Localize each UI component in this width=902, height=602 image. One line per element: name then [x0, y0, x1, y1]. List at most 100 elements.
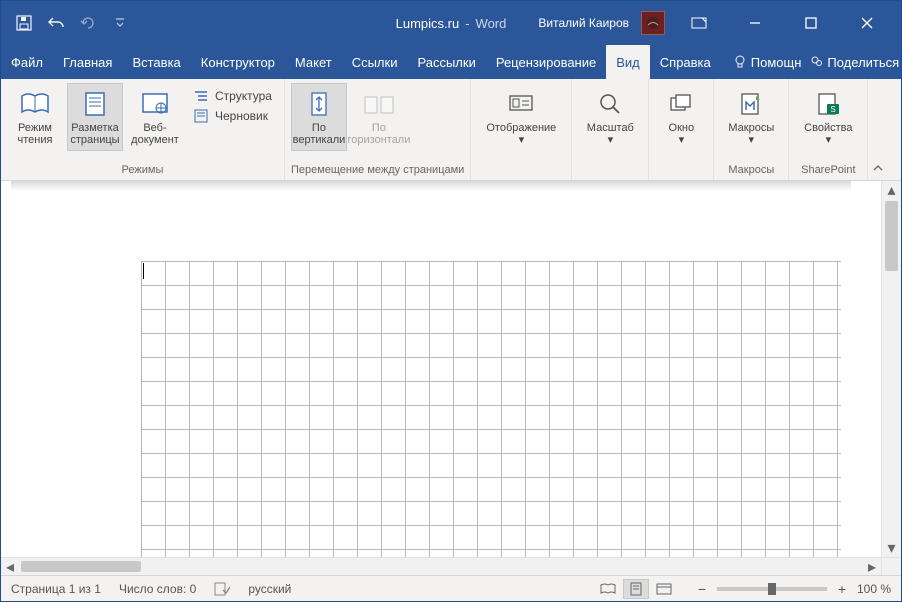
group-label-page-movement: Перемещение между страницами — [291, 162, 464, 180]
outline-button[interactable]: Структура — [187, 87, 278, 105]
ribbon-tabs: Файл Главная Вставка Конструктор Макет С… — [1, 45, 901, 79]
group-macros: Макросы▾ Макросы — [714, 79, 789, 180]
undo-icon[interactable] — [47, 14, 65, 32]
print-layout-view-button[interactable] — [623, 579, 649, 599]
window-title: Lumpics.ru - Word — [396, 16, 507, 31]
svg-text:S: S — [831, 105, 836, 114]
qat-dropdown-icon[interactable] — [111, 14, 129, 32]
group-zoom: Масштаб▾ — [572, 79, 649, 180]
chevron-up-icon — [872, 162, 884, 174]
outline-icon — [193, 89, 209, 103]
shadow-decoration — [11, 181, 851, 191]
read-mode-button[interactable]: Режимчтения — [7, 83, 63, 151]
sharepoint-icon: S — [812, 88, 844, 120]
user-area: Виталий Каиров — [538, 1, 901, 45]
draft-button[interactable]: Черновик — [187, 107, 278, 125]
spellcheck-icon[interactable] — [214, 582, 230, 596]
scroll-down-button[interactable]: ▾ — [882, 539, 901, 557]
gridlines — [141, 261, 841, 557]
horizontal-button: Погоризонтали — [351, 83, 407, 151]
web-layout-icon — [139, 88, 171, 120]
scroll-right-button[interactable]: ▸ — [863, 557, 881, 577]
macros-icon — [735, 88, 767, 120]
zoom-button[interactable]: Масштаб▾ — [578, 83, 642, 151]
tab-insert[interactable]: Вставка — [122, 45, 190, 79]
title-bar: Lumpics.ru - Word Виталий Каиров — [1, 1, 901, 45]
group-sharepoint: S Свойства▾ SharePoint — [789, 79, 868, 180]
horizontal-icon — [363, 88, 395, 120]
vertical-icon — [303, 88, 335, 120]
show-button[interactable]: Отображение▾ — [477, 83, 565, 151]
close-button[interactable] — [845, 1, 889, 45]
maximize-button[interactable] — [789, 1, 833, 45]
window-icon — [665, 88, 697, 120]
web-layout-button[interactable]: Веб-документ — [127, 83, 183, 151]
workspace: ▴ ▾ — [1, 181, 901, 557]
web-layout-view-button[interactable] — [651, 579, 677, 599]
tab-design[interactable]: Конструктор — [191, 45, 285, 79]
print-layout-button[interactable]: Разметкастраницы — [67, 83, 123, 151]
tell-me-button[interactable]: Помощн — [733, 55, 802, 70]
redo-icon[interactable] — [79, 14, 97, 32]
document-name: Lumpics.ru — [396, 16, 460, 31]
zoom-out-button[interactable]: − — [695, 581, 709, 597]
chevron-down-icon: ▾ — [826, 134, 832, 146]
group-views: Режимчтения Разметкастраницы Веб-докумен… — [1, 79, 285, 180]
scroll-left-button[interactable]: ◂ — [1, 557, 19, 577]
ribbon-display-options[interactable] — [677, 1, 721, 45]
tab-review[interactable]: Рецензирование — [486, 45, 606, 79]
vertical-button[interactable]: Повертикали — [291, 83, 347, 151]
group-label-macros: Макросы — [720, 162, 782, 180]
zoom-slider-knob[interactable] — [768, 583, 776, 595]
tab-layout[interactable]: Макет — [285, 45, 342, 79]
draft-icon — [193, 109, 209, 123]
show-icon — [505, 88, 537, 120]
chevron-down-icon: ▾ — [679, 134, 685, 146]
collapse-ribbon-button[interactable] — [868, 79, 888, 180]
group-window: Окно▾ — [649, 79, 714, 180]
document-area[interactable] — [1, 181, 881, 557]
scroll-up-button[interactable]: ▴ — [882, 181, 901, 199]
tab-references[interactable]: Ссылки — [342, 45, 408, 79]
window-button[interactable]: Окно▾ — [655, 83, 707, 151]
vertical-scrollbar[interactable]: ▴ ▾ — [881, 181, 901, 557]
app-name: Word — [476, 16, 507, 31]
tab-view[interactable]: Вид — [606, 45, 650, 79]
macros-button[interactable]: Макросы▾ — [720, 83, 782, 151]
properties-button[interactable]: S Свойства▾ — [795, 83, 861, 151]
vertical-scroll-thumb[interactable] — [885, 201, 898, 271]
minimize-button[interactable] — [733, 1, 777, 45]
horizontal-scrollbar[interactable]: ◂ ▸ — [1, 557, 881, 575]
group-page-movement: Повертикали Погоризонтали Перемещение ме… — [285, 79, 471, 180]
view-mode-buttons — [595, 579, 677, 599]
zoom-control: − + 100 % — [695, 581, 891, 597]
share-icon — [809, 55, 823, 69]
group-show: Отображение▾ — [471, 79, 572, 180]
tab-file[interactable]: Файл — [1, 45, 53, 79]
status-word-count[interactable]: Число слов: 0 — [119, 582, 196, 596]
scrollbar-corner — [881, 557, 901, 575]
zoom-slider[interactable] — [717, 587, 827, 591]
save-icon[interactable] — [15, 14, 33, 32]
chevron-down-icon: ▾ — [749, 134, 755, 146]
tab-home[interactable]: Главная — [53, 45, 122, 79]
status-page[interactable]: Страница 1 из 1 — [11, 582, 101, 596]
tab-help[interactable]: Справка — [650, 45, 721, 79]
lightbulb-icon — [733, 55, 747, 69]
status-language[interactable]: русский — [248, 582, 291, 596]
zoom-value[interactable]: 100 % — [857, 582, 891, 596]
document-page[interactable] — [141, 261, 841, 557]
zoom-in-button[interactable]: + — [835, 581, 849, 597]
chevron-down-icon: ▾ — [519, 134, 525, 146]
chevron-down-icon: ▾ — [608, 134, 614, 146]
horizontal-scroll-thumb[interactable] — [21, 561, 141, 572]
avatar[interactable] — [641, 11, 665, 35]
status-bar: Страница 1 из 1 Число слов: 0 русский − … — [1, 575, 901, 601]
tab-mailings[interactable]: Рассылки — [407, 45, 485, 79]
share-button[interactable]: Поделиться — [809, 55, 899, 70]
tab-right-area: Помощн Поделиться — [721, 45, 902, 79]
zoom-icon — [594, 88, 626, 120]
print-layout-icon — [79, 88, 111, 120]
read-mode-view-button[interactable] — [595, 579, 621, 599]
app-window: Lumpics.ru - Word Виталий Каиров Файл — [0, 0, 902, 602]
